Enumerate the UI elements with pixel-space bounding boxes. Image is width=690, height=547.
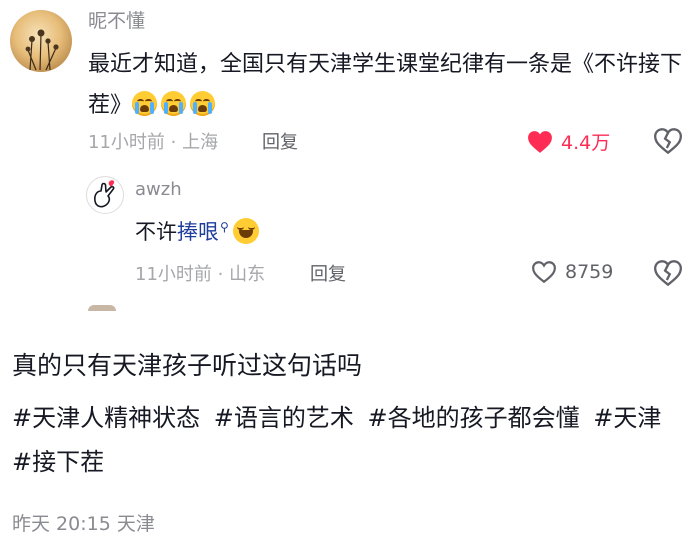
reply-reply-button[interactable]: 回复 — [310, 260, 346, 286]
reply-avatar[interactable] — [86, 176, 124, 214]
hashtag-list: #天津人精神状态 #语言的艺术 #各地的孩子都会懂 #天津 #接下茬 — [12, 396, 684, 484]
laughing-emoji — [232, 218, 259, 244]
post-timestamp-location: 昨天 20:15 天津 — [12, 513, 155, 535]
hashtag-link[interactable]: #接下茬 — [12, 448, 104, 476]
next-comment-avatar — [88, 305, 116, 311]
crying-emoji — [190, 91, 216, 116]
avatar[interactable] — [10, 10, 72, 72]
comment-time-location: 11小时前 · 上海 — [88, 132, 219, 153]
reply-time-location: 11小时前 · 山东 — [135, 264, 266, 285]
reply-text-plain: 不许 — [135, 220, 177, 244]
flower-avatar-image — [25, 29, 59, 71]
heart-outline-icon — [532, 261, 556, 284]
broken-heart-icon — [653, 128, 683, 155]
hashtag-link[interactable]: #各地的孩子都会懂 — [368, 404, 580, 432]
crying-emoji — [132, 91, 158, 116]
hashtag-link[interactable]: #语言的艺术 — [214, 404, 354, 432]
broken-heart-icon — [653, 260, 683, 287]
reply-like-count: 8759 — [565, 261, 614, 283]
reply-like-button[interactable]: 8759 — [531, 260, 613, 284]
comment-username[interactable]: 昵不懂 — [88, 6, 145, 33]
comment-text: 最近才知道，全国只有天津学生课堂纪律有一条是《不许接下茬》 — [88, 44, 684, 126]
hand-gesture-avatar-image — [94, 180, 115, 208]
reply-text: 不许捧哏⚲ — [135, 216, 259, 246]
crying-emoji — [161, 91, 187, 116]
reply-username[interactable]: awzh — [135, 179, 182, 200]
hashtag-link[interactable]: #天津 — [593, 404, 661, 432]
reply-button[interactable]: 回复 — [262, 128, 298, 154]
search-icon: ⚲ — [220, 220, 229, 234]
heart-filled-icon — [528, 130, 552, 153]
reply-dislike-button[interactable] — [653, 260, 683, 290]
like-button[interactable]: 4.4万 — [527, 128, 610, 155]
search-link[interactable]: 捧哏 — [177, 220, 219, 244]
hashtag-link[interactable]: #天津人精神状态 — [12, 404, 200, 432]
post-caption: 真的只有天津孩子听过这句话吗 — [12, 351, 363, 380]
dislike-button[interactable] — [653, 128, 683, 158]
like-count: 4.4万 — [561, 132, 611, 154]
